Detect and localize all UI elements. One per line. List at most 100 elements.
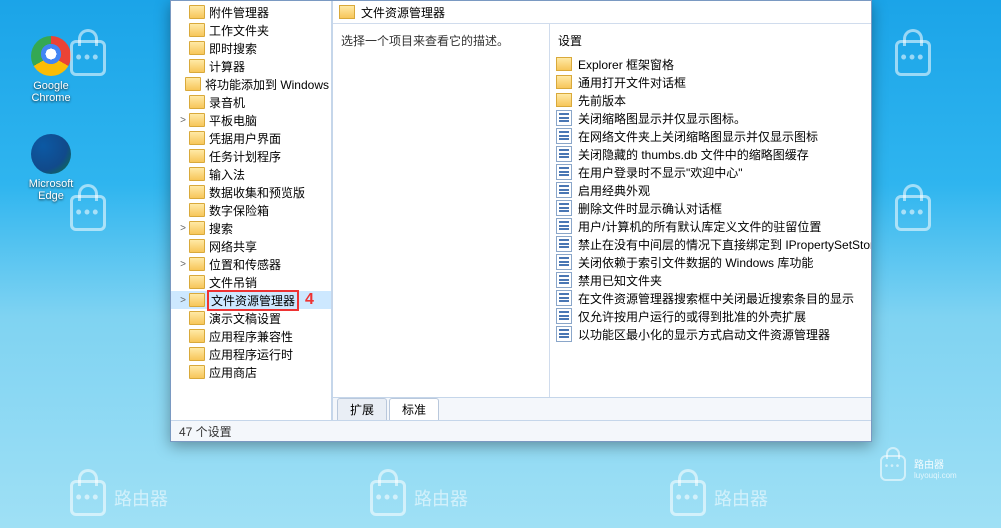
setting-item[interactable]: 在文件资源管理器搜索框中关闭最近搜索条目的显示 <box>552 289 869 307</box>
expand-icon[interactable]: > <box>177 295 189 306</box>
tree-item[interactable]: 数字保险箱 <box>171 201 331 219</box>
tree-label: 位置和传感器 <box>209 256 281 273</box>
setting-item[interactable]: Explorer 框架窗格 <box>552 55 869 73</box>
setting-label: Explorer 框架窗格 <box>578 56 674 73</box>
folder-icon <box>189 257 205 271</box>
tree-label: 网络共享 <box>209 238 257 255</box>
description-hint: 选择一个项目来查看它的描述。 <box>341 34 509 48</box>
settings-column[interactable]: 设置 Explorer 框架窗格通用打开文件对话框先前版本关闭缩略图显示并仅显示… <box>550 24 871 397</box>
setting-item[interactable]: 在网络文件夹上关闭缩略图显示并仅显示图标 <box>552 127 869 145</box>
watermark-text: 路由器 <box>114 485 168 511</box>
setting-item[interactable]: 通用打开文件对话框 <box>552 73 869 91</box>
policy-icon <box>556 218 572 234</box>
tree-label: 应用程序兼容性 <box>209 328 293 345</box>
setting-item[interactable]: 禁用已知文件夹 <box>552 271 869 289</box>
setting-item[interactable]: 禁止在没有中间层的情况下直接绑定到 IPropertySetStorage <box>552 235 869 253</box>
setting-item[interactable]: 删除文件时显示确认对话框 <box>552 199 869 217</box>
setting-item[interactable]: 关闭隐藏的 thumbs.db 文件中的缩略图缓存 <box>552 145 869 163</box>
tree-item[interactable]: 输入法 <box>171 165 331 183</box>
setting-label: 用户/计算机的所有默认库定义文件的驻留位置 <box>578 218 821 235</box>
tree-item[interactable]: 演示文稿设置 <box>171 309 331 327</box>
setting-item[interactable]: 仅允许按用户运行的或得到批准的外壳扩展 <box>552 307 869 325</box>
settings-header: 设置 <box>552 28 869 55</box>
tree-item[interactable]: > 平板电脑 <box>171 111 331 129</box>
expand-icon[interactable]: > <box>177 223 189 234</box>
folder-icon <box>189 131 205 145</box>
tree-item[interactable]: >搜索 <box>171 219 331 237</box>
folder-icon <box>189 95 205 109</box>
tree-label: 工作文件夹 <box>209 22 269 39</box>
status-text: 47 个设置 <box>179 423 232 440</box>
tree-item[interactable]: 应用程序运行时 <box>171 345 331 363</box>
tree-label: 输入法 <box>209 166 245 183</box>
folder-icon <box>189 329 205 343</box>
tree-item[interactable]: 将功能添加到 Windows <box>171 75 331 93</box>
policy-icon <box>556 164 572 180</box>
policy-icon <box>556 290 572 306</box>
policy-icon <box>556 272 572 288</box>
tree-item[interactable]: 计算器 <box>171 57 331 75</box>
watermark-text: 路由器 <box>714 485 768 511</box>
setting-label: 先前版本 <box>578 92 626 109</box>
folder-icon <box>189 185 205 199</box>
setting-item[interactable]: 用户/计算机的所有默认库定义文件的驻留位置 <box>552 217 869 235</box>
tree-item[interactable]: 应用商店 <box>171 363 331 381</box>
tree-label: 数据收集和预览版 <box>209 184 305 201</box>
tree-item[interactable]: 工作文件夹 <box>171 21 331 39</box>
folder-icon <box>189 149 205 163</box>
tree-label: 平板电脑 <box>209 112 257 129</box>
setting-item[interactable]: 以功能区最小化的显示方式启动文件资源管理器 <box>552 325 869 343</box>
tree-item[interactable]: 附件管理器 <box>171 3 331 21</box>
tab-extended[interactable]: 扩展 <box>337 398 387 420</box>
setting-label: 通用打开文件对话框 <box>578 74 686 91</box>
tree-label: 文件吊销 <box>209 274 257 291</box>
setting-label: 以功能区最小化的显示方式启动文件资源管理器 <box>578 326 830 343</box>
tree-item[interactable]: >文件资源管理器4 <box>171 291 331 309</box>
tree-item[interactable]: 网络共享 <box>171 237 331 255</box>
tree-item[interactable]: 即时搜索 <box>171 39 331 57</box>
chrome-icon <box>31 36 71 76</box>
tree-label: 计算器 <box>209 58 245 75</box>
setting-item[interactable]: 启用经典外观 <box>552 181 869 199</box>
desktop-icon-chrome[interactable]: Google Chrome <box>16 36 86 104</box>
setting-label: 在文件资源管理器搜索框中关闭最近搜索条目的显示 <box>578 290 854 307</box>
tree-item[interactable]: 任务计划程序 <box>171 147 331 165</box>
folder-icon <box>189 347 205 361</box>
setting-item[interactable]: 关闭缩略图显示并仅显示图标。 <box>552 109 869 127</box>
folder-icon <box>189 365 205 379</box>
folder-icon <box>339 5 355 19</box>
folder-icon <box>185 77 201 91</box>
folder-icon <box>189 59 205 73</box>
folder-icon <box>556 75 572 89</box>
desktop-icon-edge[interactable]: Microsoft Edge <box>16 134 86 202</box>
policy-icon <box>556 308 572 324</box>
folder-icon <box>189 41 205 55</box>
expand-icon[interactable]: > <box>177 259 189 270</box>
tree-item[interactable]: 凭据用户界面 <box>171 129 331 147</box>
address-bar: 文件资源管理器 <box>333 1 871 24</box>
tree-item[interactable]: 录音机 <box>171 93 331 111</box>
folder-icon <box>556 93 572 107</box>
tree-pane[interactable]: 附件管理器工作文件夹即时搜索计算器将功能添加到 Windows录音机 > 平板电脑凭… <box>171 1 332 420</box>
folder-icon <box>189 5 205 19</box>
setting-item[interactable]: 关闭依赖于索引文件数据的 Windows 库功能 <box>552 253 869 271</box>
tree-label: 应用程序运行时 <box>209 346 293 363</box>
folder-icon <box>189 293 205 307</box>
setting-label: 在网络文件夹上关闭缩略图显示并仅显示图标 <box>578 128 818 145</box>
setting-item[interactable]: 先前版本 <box>552 91 869 109</box>
expand-icon[interactable]: > <box>177 115 189 126</box>
tab-standard[interactable]: 标准 <box>389 398 439 420</box>
tree-label: 将功能添加到 Windows <box>205 76 329 93</box>
policy-icon <box>556 146 572 162</box>
setting-label: 禁用已知文件夹 <box>578 272 662 289</box>
tree-item[interactable]: 数据收集和预览版 <box>171 183 331 201</box>
tree-item[interactable]: 应用程序兼容性 <box>171 327 331 345</box>
tree-item[interactable]: 文件吊销 <box>171 273 331 291</box>
tree-label: 即时搜索 <box>209 40 257 57</box>
setting-item[interactable]: 在用户登录时不显示"欢迎中心" <box>552 163 869 181</box>
policy-icon <box>556 200 572 216</box>
folder-icon <box>189 311 205 325</box>
edge-icon <box>31 134 71 174</box>
setting-label: 仅允许按用户运行的或得到批准的外壳扩展 <box>578 308 806 325</box>
tree-item[interactable]: > 位置和传感器 <box>171 255 331 273</box>
